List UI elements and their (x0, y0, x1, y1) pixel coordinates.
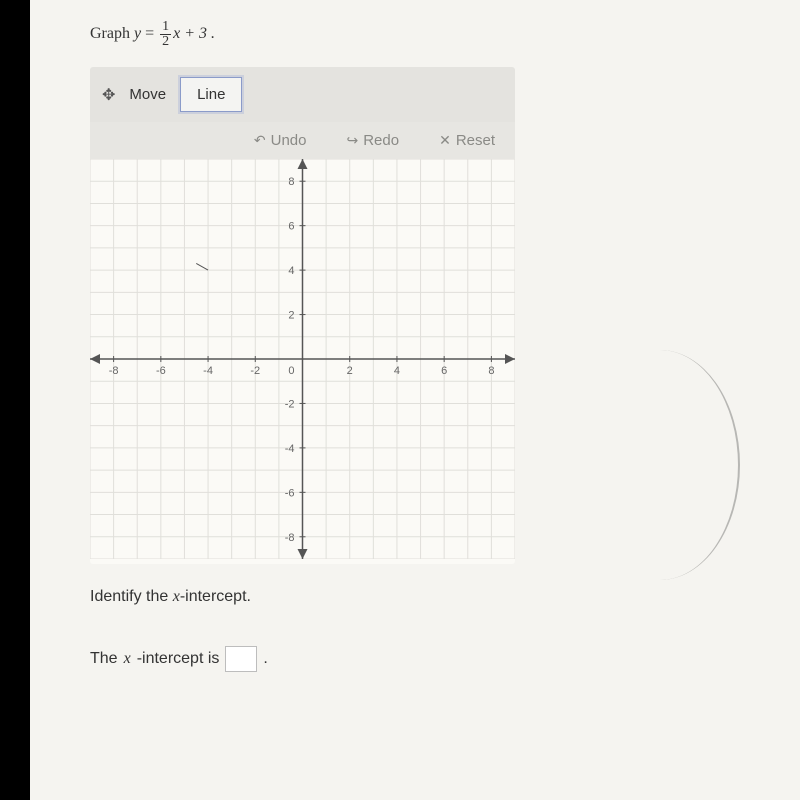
svg-text:6: 6 (441, 365, 447, 377)
answer-input[interactable] (225, 646, 257, 672)
svg-text:-8: -8 (109, 365, 119, 377)
answer-line: The x -intercept is . (90, 646, 800, 672)
coordinate-grid[interactable]: -8 -6 -4 -2 2 4 6 8 -8 -6 -4 -2 2 4 6 8 0 (90, 159, 515, 564)
svg-text:-8: -8 (285, 532, 295, 544)
svg-text:0: 0 (288, 365, 294, 377)
undo-icon: ↶ (254, 132, 266, 149)
identify-post: -intercept. (180, 588, 251, 605)
svg-text:-4: -4 (285, 443, 295, 455)
problem-prefix: Graph (90, 25, 134, 42)
problem-statement: Graph y = 12x + 3 . (90, 20, 800, 49)
answer-period: . (263, 650, 267, 668)
undo-label: Undo (271, 132, 307, 149)
svg-text:8: 8 (288, 176, 294, 188)
svg-text:4: 4 (288, 265, 294, 277)
x-var: x (173, 588, 180, 605)
problem-suffix: x + 3 . (173, 25, 215, 42)
svg-text:4: 4 (394, 365, 400, 377)
problem-equals: = (141, 25, 158, 42)
redo-icon: ↪ (346, 132, 358, 149)
reset-button[interactable]: ✕ Reset (439, 132, 495, 149)
identify-instruction: Identify the x-intercept. (90, 588, 800, 606)
reset-icon: ✕ (439, 132, 451, 149)
svg-text:2: 2 (347, 365, 353, 377)
answer-post: -intercept is (137, 650, 220, 668)
graph-widget: ✥ Move Line ↶ Undo ↪ Redo ✕ Reset -8 -6 -4… (90, 67, 515, 564)
answer-pre: The (90, 650, 118, 668)
undo-button[interactable]: ↶ Undo (254, 132, 307, 149)
svg-text:-6: -6 (285, 487, 295, 499)
svg-text:-4: -4 (203, 365, 213, 377)
line-button[interactable]: Line (180, 77, 242, 112)
x-var-answer: x (124, 650, 131, 668)
redo-button[interactable]: ↪ Redo (346, 132, 399, 149)
svg-text:-2: -2 (285, 398, 295, 410)
fraction-numerator: 1 (160, 20, 171, 35)
move-icon: ✥ (102, 85, 115, 105)
fraction-denominator: 2 (160, 35, 171, 49)
grid-svg: -8 -6 -4 -2 2 4 6 8 -8 -6 -4 -2 2 4 6 8 0 (90, 159, 515, 559)
redo-label: Redo (363, 132, 399, 149)
action-bar: ↶ Undo ↪ Redo ✕ Reset (90, 122, 515, 159)
reset-label: Reset (456, 132, 495, 149)
move-label[interactable]: Move (129, 86, 166, 103)
identify-pre: Identify the (90, 588, 173, 605)
toolbar: ✥ Move Line (90, 67, 515, 122)
svg-text:8: 8 (488, 365, 494, 377)
svg-text:-2: -2 (250, 365, 260, 377)
svg-text:6: 6 (288, 221, 294, 233)
svg-text:-6: -6 (156, 365, 166, 377)
fraction: 12 (160, 20, 171, 49)
svg-text:2: 2 (288, 310, 294, 322)
